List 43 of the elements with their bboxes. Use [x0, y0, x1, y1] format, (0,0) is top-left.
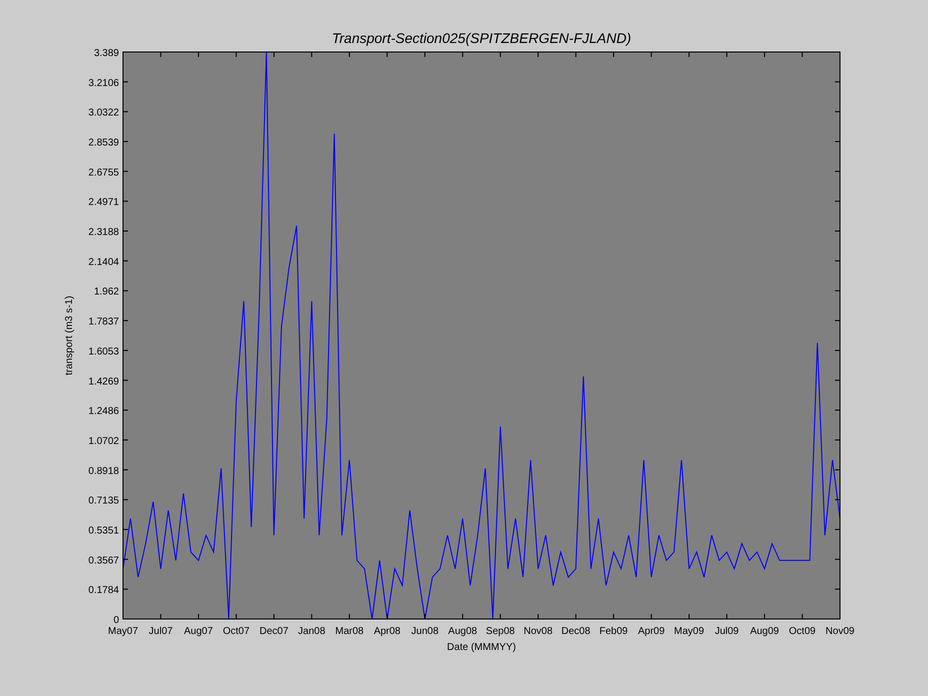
x-tick-label: Jul07 — [148, 626, 173, 637]
y-tick-label: 1.4269 — [88, 376, 119, 388]
x-tick-label: Jan08 — [298, 626, 326, 637]
y-tick-label: 1.7837 — [88, 316, 119, 328]
y-tick-label: 2.3188 — [88, 227, 119, 238]
y-tick-label: 0 — [113, 615, 119, 626]
x-tick-label: Oct07 — [222, 626, 250, 637]
x-tick-label: Dec08 — [561, 626, 590, 637]
y-tick-label: 0.7135 — [88, 496, 119, 507]
x-tick-label: Jul09 — [714, 626, 739, 637]
y-tick-label: 0.8918 — [88, 466, 119, 477]
y-tick-label: 3.2106 — [88, 78, 119, 89]
x-tick-label: May09 — [674, 626, 704, 637]
x-tick-label: Apr08 — [374, 626, 400, 637]
x-axis-title: Date (MMMYY) — [447, 642, 516, 653]
y-tick-label: 1.962 — [94, 286, 119, 298]
x-tick-label: May07 — [108, 626, 138, 637]
x-tick-label: Sep08 — [486, 626, 515, 637]
x-tick-label: Jun08 — [411, 626, 439, 637]
y-tick-label: 3.389 — [94, 48, 119, 59]
x-tick-label: Feb09 — [599, 626, 628, 637]
y-tick-label: 1.2486 — [88, 406, 119, 418]
x-tick-label: Apr09 — [638, 626, 665, 637]
y-tick-label: 1.0702 — [88, 436, 119, 447]
x-tick-label: Aug07 — [184, 626, 213, 637]
y-tick-label: 3.0322 — [88, 108, 119, 119]
y-axis-title: transport (m3 s-1) — [64, 296, 75, 376]
chart-title: Transport-Section025(SPITZBERGEN-FJLAND) — [332, 30, 632, 46]
x-tick-label: Aug08 — [448, 626, 478, 637]
y-tick-label: 0.1784 — [88, 585, 119, 596]
x-tick-label: Oct09 — [788, 626, 816, 637]
x-tick-label: Aug09 — [750, 626, 779, 637]
y-tick-label: 0.3567 — [88, 555, 119, 566]
y-tick-label: 2.4971 — [88, 197, 119, 208]
x-tick-label: Mar08 — [335, 626, 364, 637]
y-tick-label: 1.6053 — [88, 346, 119, 358]
y-tick-label: 2.6755 — [88, 167, 119, 178]
y-tick-label: 2.1404 — [88, 256, 119, 268]
y-tick-label: 2.8539 — [88, 138, 119, 149]
x-tick-label: Nov09 — [826, 626, 854, 637]
x-tick-label: Nov08 — [524, 626, 553, 637]
y-tick-label: 0.5351 — [88, 525, 119, 536]
x-tick-label: Dec07 — [260, 626, 288, 637]
